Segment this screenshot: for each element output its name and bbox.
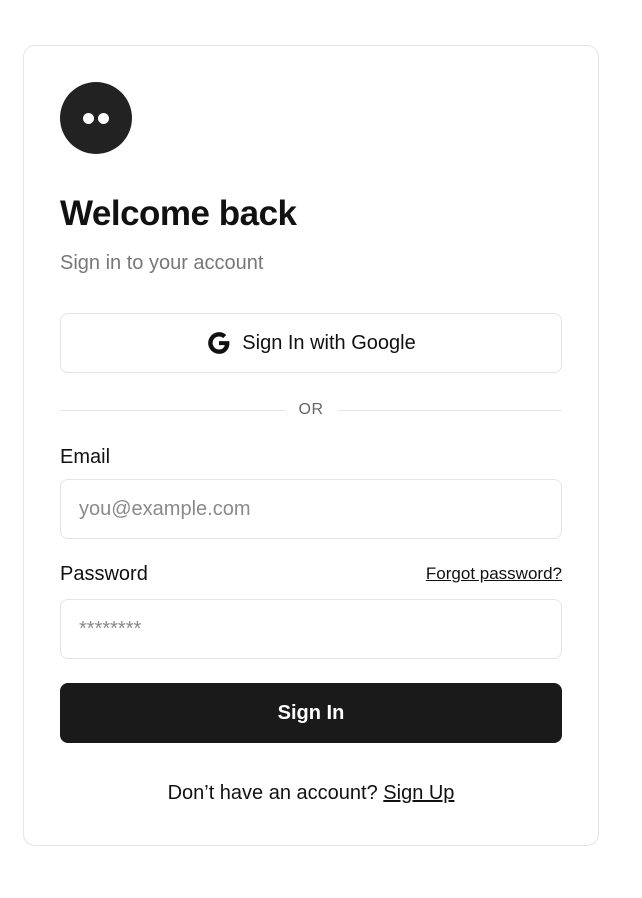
google-g-icon xyxy=(206,330,232,356)
divider-line xyxy=(60,409,285,411)
password-field[interactable] xyxy=(60,599,562,659)
email-label: Email xyxy=(60,446,111,468)
forgot-password-link[interactable]: Forgot password? xyxy=(426,564,562,584)
signup-prompt-text: Don’t have an account? xyxy=(167,782,378,804)
two-dots-logo-icon xyxy=(60,82,132,154)
password-label: Password xyxy=(60,563,148,585)
google-button-label: Sign In with Google xyxy=(242,331,416,354)
google-sign-in-button[interactable]: Sign In with Google xyxy=(60,313,562,373)
email-field[interactable] xyxy=(60,479,562,539)
divider-line xyxy=(337,409,562,411)
page-title: Welcome back xyxy=(60,194,297,233)
sign-in-card: Welcome back Sign in to your account Sig… xyxy=(23,45,599,846)
divider-text: OR xyxy=(298,401,324,418)
page-subtitle: Sign in to your account xyxy=(60,252,264,274)
logo-dot xyxy=(83,113,94,124)
sign-up-link[interactable]: Sign Up xyxy=(383,782,454,804)
or-divider: OR xyxy=(60,399,562,421)
logo-dot xyxy=(98,113,109,124)
signup-prompt: Don’t have an account? Sign Up xyxy=(24,779,598,807)
sign-in-button[interactable]: Sign In xyxy=(60,683,562,743)
